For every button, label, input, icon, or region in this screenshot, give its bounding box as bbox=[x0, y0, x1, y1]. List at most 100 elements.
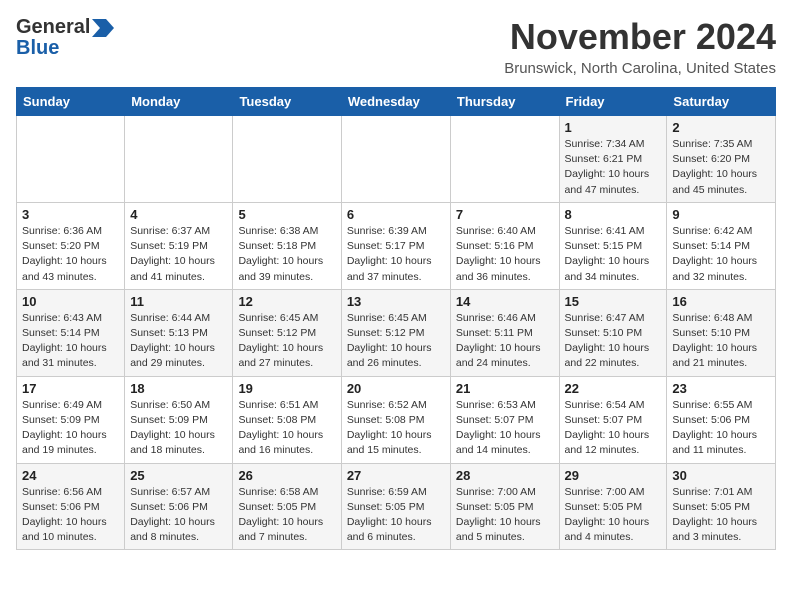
calendar-cell: 7 Sunrise: 6:40 AM Sunset: 5:16 PM Daylig… bbox=[450, 202, 559, 289]
cell-info-text: Sunrise: 7:00 AM Sunset: 5:05 PM Dayligh… bbox=[456, 485, 554, 546]
cell-day-number: 1 bbox=[565, 120, 662, 135]
calendar-cell: 26 Sunrise: 6:58 AM Sunset: 5:05 PM Dayli… bbox=[233, 463, 341, 550]
week-row-2: 3 Sunrise: 6:36 AM Sunset: 5:20 PM Daylig… bbox=[17, 202, 776, 289]
calendar-cell: 12 Sunrise: 6:45 AM Sunset: 5:12 PM Dayli… bbox=[233, 289, 341, 376]
cell-info-text: Sunrise: 6:48 AM Sunset: 5:10 PM Dayligh… bbox=[672, 311, 770, 372]
calendar-cell: 15Sunrise: 6:47 AM Sunset: 5:10 PM Dayli… bbox=[559, 289, 667, 376]
calendar-cell: 4 Sunrise: 6:37 AM Sunset: 5:19 PM Daylig… bbox=[125, 202, 233, 289]
week-row-4: 17 Sunrise: 6:49 AM Sunset: 5:09 PM Dayli… bbox=[17, 376, 776, 463]
calendar-cell: 18Sunrise: 6:50 AM Sunset: 5:09 PM Dayli… bbox=[125, 376, 233, 463]
calendar-cell: 14 Sunrise: 6:46 AM Sunset: 5:11 PM Dayli… bbox=[450, 289, 559, 376]
cell-day-number: 4 bbox=[130, 207, 227, 222]
cell-day-number: 21 bbox=[456, 381, 554, 396]
calendar-cell: 28 Sunrise: 7:00 AM Sunset: 5:05 PM Dayli… bbox=[450, 463, 559, 550]
calendar-cell: 2 Sunrise: 7:35 AM Sunset: 6:20 PM Daylig… bbox=[667, 116, 776, 203]
cell-day-number: 17 bbox=[22, 381, 119, 396]
cell-info-text: Sunrise: 7:35 AM Sunset: 6:20 PM Dayligh… bbox=[672, 137, 770, 198]
cell-info-text: Sunrise: 6:36 AM Sunset: 5:20 PM Dayligh… bbox=[22, 224, 119, 285]
cell-day-number: 29 bbox=[565, 468, 662, 483]
cell-info-text: Sunrise: 6:46 AM Sunset: 5:11 PM Dayligh… bbox=[456, 311, 554, 372]
cell-info-text: Sunrise: 7:00 AM Sunset: 5:05 PM Dayligh… bbox=[565, 485, 662, 546]
cell-day-number: 27 bbox=[347, 468, 445, 483]
calendar-cell bbox=[233, 116, 341, 203]
cell-info-text: Sunrise: 6:54 AM Sunset: 5:07 PM Dayligh… bbox=[565, 398, 662, 459]
cell-day-number: 5 bbox=[238, 207, 335, 222]
cell-day-number: 25 bbox=[130, 468, 227, 483]
col-monday: Monday bbox=[125, 88, 233, 116]
cell-day-number: 19 bbox=[238, 381, 335, 396]
calendar-cell: 5Sunrise: 6:38 AM Sunset: 5:18 PM Daylig… bbox=[233, 202, 341, 289]
calendar-cell: 3 Sunrise: 6:36 AM Sunset: 5:20 PM Daylig… bbox=[17, 202, 125, 289]
cell-info-text: Sunrise: 6:51 AM Sunset: 5:08 PM Dayligh… bbox=[238, 398, 335, 459]
title-area: November 2024 Brunswick, North Carolina,… bbox=[504, 16, 776, 77]
header-row: Sunday Monday Tuesday Wednesday Thursday… bbox=[17, 88, 776, 116]
cell-info-text: Sunrise: 6:49 AM Sunset: 5:09 PM Dayligh… bbox=[22, 398, 119, 459]
calendar-cell bbox=[125, 116, 233, 203]
calendar-cell: 10Sunrise: 6:43 AM Sunset: 5:14 PM Dayli… bbox=[17, 289, 125, 376]
calendar-title: November 2024 bbox=[504, 16, 776, 58]
calendar-cell: 11 Sunrise: 6:44 AM Sunset: 5:13 PM Dayli… bbox=[125, 289, 233, 376]
col-sunday: Sunday bbox=[17, 88, 125, 116]
calendar-cell: 22 Sunrise: 6:54 AM Sunset: 5:07 PM Dayli… bbox=[559, 376, 667, 463]
cell-info-text: Sunrise: 6:58 AM Sunset: 5:05 PM Dayligh… bbox=[238, 485, 335, 546]
col-thursday: Thursday bbox=[450, 88, 559, 116]
cell-day-number: 9 bbox=[672, 207, 770, 222]
cell-info-text: Sunrise: 6:44 AM Sunset: 5:13 PM Dayligh… bbox=[130, 311, 227, 372]
header: General Blue November 2024 Brunswick, No… bbox=[16, 16, 776, 77]
calendar-cell: 6Sunrise: 6:39 AM Sunset: 5:17 PM Daylig… bbox=[341, 202, 450, 289]
calendar-cell: 16 Sunrise: 6:48 AM Sunset: 5:10 PM Dayli… bbox=[667, 289, 776, 376]
cell-day-number: 8 bbox=[565, 207, 662, 222]
cell-info-text: Sunrise: 6:53 AM Sunset: 5:07 PM Dayligh… bbox=[456, 398, 554, 459]
col-tuesday: Tuesday bbox=[233, 88, 341, 116]
cell-day-number: 22 bbox=[565, 381, 662, 396]
calendar-cell: 27 Sunrise: 6:59 AM Sunset: 5:05 PM Dayli… bbox=[341, 463, 450, 550]
calendar-cell: 1 Sunrise: 7:34 AM Sunset: 6:21 PM Daylig… bbox=[559, 116, 667, 203]
calendar-cell: 19 Sunrise: 6:51 AM Sunset: 5:08 PM Dayli… bbox=[233, 376, 341, 463]
calendar-cell: 29 Sunrise: 7:00 AM Sunset: 5:05 PM Dayli… bbox=[559, 463, 667, 550]
cell-info-text: Sunrise: 6:57 AM Sunset: 5:06 PM Dayligh… bbox=[130, 485, 227, 546]
cell-info-text: Sunrise: 6:56 AM Sunset: 5:06 PM Dayligh… bbox=[22, 485, 119, 546]
cell-info-text: Sunrise: 6:45 AM Sunset: 5:12 PM Dayligh… bbox=[238, 311, 335, 372]
cell-info-text: Sunrise: 6:43 AM Sunset: 5:14 PM Dayligh… bbox=[22, 311, 119, 372]
cell-info-text: Sunrise: 7:34 AM Sunset: 6:21 PM Dayligh… bbox=[565, 137, 662, 198]
col-wednesday: Wednesday bbox=[341, 88, 450, 116]
cell-info-text: Sunrise: 7:01 AM Sunset: 5:05 PM Dayligh… bbox=[672, 485, 770, 546]
cell-info-text: Sunrise: 6:42 AM Sunset: 5:14 PM Dayligh… bbox=[672, 224, 770, 285]
cell-info-text: Sunrise: 6:40 AM Sunset: 5:16 PM Dayligh… bbox=[456, 224, 554, 285]
calendar-table: Sunday Monday Tuesday Wednesday Thursday… bbox=[16, 87, 776, 550]
cell-day-number: 24 bbox=[22, 468, 119, 483]
calendar-cell: 24 Sunrise: 6:56 AM Sunset: 5:06 PM Dayli… bbox=[17, 463, 125, 550]
calendar-cell bbox=[17, 116, 125, 203]
week-row-5: 24 Sunrise: 6:56 AM Sunset: 5:06 PM Dayli… bbox=[17, 463, 776, 550]
cell-info-text: Sunrise: 6:39 AM Sunset: 5:17 PM Dayligh… bbox=[347, 224, 445, 285]
cell-info-text: Sunrise: 6:37 AM Sunset: 5:19 PM Dayligh… bbox=[130, 224, 227, 285]
cell-day-number: 26 bbox=[238, 468, 335, 483]
calendar-cell: 17 Sunrise: 6:49 AM Sunset: 5:09 PM Dayli… bbox=[17, 376, 125, 463]
cell-day-number: 30 bbox=[672, 468, 770, 483]
col-saturday: Saturday bbox=[667, 88, 776, 116]
cell-day-number: 11 bbox=[130, 294, 227, 309]
cell-day-number: 14 bbox=[456, 294, 554, 309]
cell-day-number: 12 bbox=[238, 294, 335, 309]
cell-day-number: 16 bbox=[672, 294, 770, 309]
cell-day-number: 28 bbox=[456, 468, 554, 483]
calendar-cell: 13 Sunrise: 6:45 AM Sunset: 5:12 PM Dayli… bbox=[341, 289, 450, 376]
cell-day-number: 15 bbox=[565, 294, 662, 309]
cell-day-number: 7 bbox=[456, 207, 554, 222]
calendar-cell: 8Sunrise: 6:41 AM Sunset: 5:15 PM Daylig… bbox=[559, 202, 667, 289]
cell-info-text: Sunrise: 6:55 AM Sunset: 5:06 PM Dayligh… bbox=[672, 398, 770, 459]
calendar-cell bbox=[341, 116, 450, 203]
logo: General Blue bbox=[16, 16, 114, 60]
cell-day-number: 23 bbox=[672, 381, 770, 396]
cell-day-number: 2 bbox=[672, 120, 770, 135]
calendar-cell: 30 Sunrise: 7:01 AM Sunset: 5:05 PM Dayli… bbox=[667, 463, 776, 550]
cell-day-number: 3 bbox=[22, 207, 119, 222]
calendar-cell bbox=[450, 116, 559, 203]
col-friday: Friday bbox=[559, 88, 667, 116]
calendar-cell: 23 Sunrise: 6:55 AM Sunset: 5:06 PM Dayli… bbox=[667, 376, 776, 463]
cell-day-number: 13 bbox=[347, 294, 445, 309]
cell-info-text: Sunrise: 6:59 AM Sunset: 5:05 PM Dayligh… bbox=[347, 485, 445, 546]
cell-info-text: Sunrise: 6:45 AM Sunset: 5:12 PM Dayligh… bbox=[347, 311, 445, 372]
cell-info-text: Sunrise: 6:52 AM Sunset: 5:08 PM Dayligh… bbox=[347, 398, 445, 459]
calendar-cell: 21 Sunrise: 6:53 AM Sunset: 5:07 PM Dayli… bbox=[450, 376, 559, 463]
